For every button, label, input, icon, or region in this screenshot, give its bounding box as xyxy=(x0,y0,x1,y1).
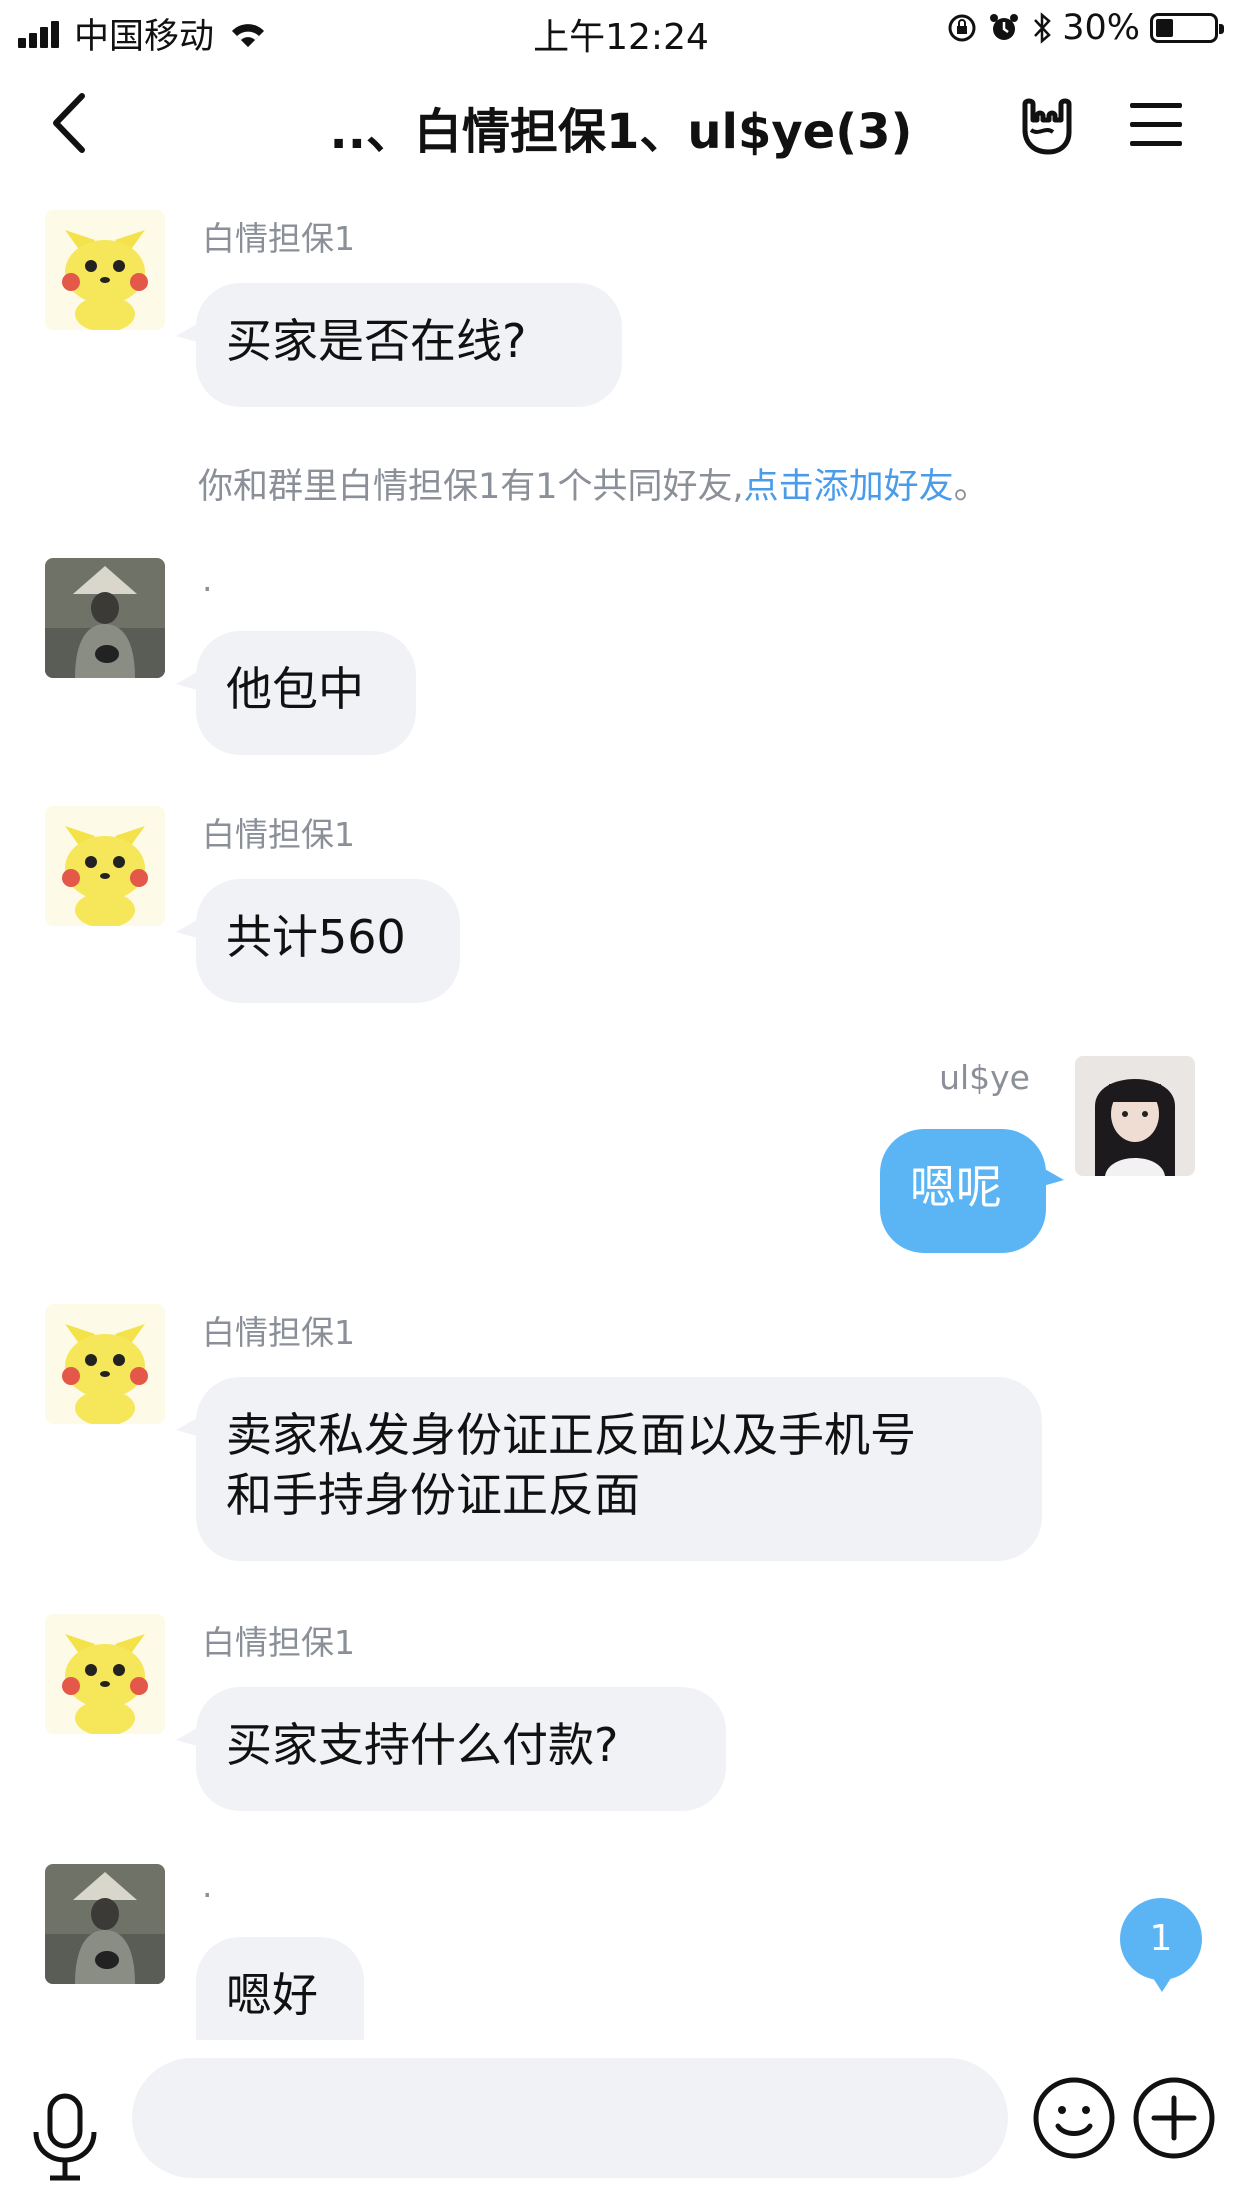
microphone-icon[interactable] xyxy=(30,2092,100,2182)
sender-name: 白情担保1 xyxy=(202,1313,355,1352)
alarm-icon xyxy=(990,14,1019,40)
rotation-lock-icon xyxy=(948,14,976,42)
chat-title[interactable]: ..、白情担保1、ul$ye(3) xyxy=(200,92,1042,162)
plus-icon[interactable] xyxy=(1132,2076,1216,2160)
rock-hand-icon[interactable] xyxy=(1015,92,1080,157)
sender-name: 白情担保1 xyxy=(202,815,355,854)
message-bubble-outgoing[interactable]: 嗯呢 xyxy=(880,1129,1046,1253)
sender-avatar-pikachu[interactable] xyxy=(45,1614,165,1734)
system-notice: 你和群里白情担保1有1个共同好友,点击添加好友。 xyxy=(198,458,989,509)
battery-percent: 30% xyxy=(1062,8,1140,48)
notice-text: 你和群里白情担保1有1个共同好友, xyxy=(198,467,744,507)
message-bubble[interactable]: 嗯好 xyxy=(196,1937,364,2040)
message-input[interactable] xyxy=(132,2058,1008,2178)
sender-avatar-hat-person[interactable] xyxy=(45,558,165,678)
sender-name: . xyxy=(202,1866,213,1905)
message-line: 和手持身份证正反面 xyxy=(226,1468,640,1522)
notice-end: 。 xyxy=(953,467,989,507)
sender-avatar-hat-person[interactable] xyxy=(45,1864,165,1984)
sender-name: 白情担保1 xyxy=(202,1623,355,1662)
message-bubble[interactable]: 买家支持什么付款? xyxy=(196,1687,726,1811)
message-bubble[interactable]: 共计560 xyxy=(196,879,460,1003)
unread-count-badge[interactable]: 1 xyxy=(1120,1898,1202,1992)
sender-name: ul$ye xyxy=(939,1058,1030,1097)
sender-avatar-pikachu[interactable] xyxy=(45,806,165,926)
message-bubble[interactable]: 卖家私发身份证正反面以及手机号 和手持身份证正反面 xyxy=(196,1377,1042,1561)
back-chevron-icon[interactable] xyxy=(42,88,102,158)
input-bar xyxy=(0,2040,1242,2208)
battery-icon xyxy=(1150,13,1224,43)
battery-fill xyxy=(1156,19,1173,37)
hamburger-menu-icon[interactable] xyxy=(1128,97,1184,153)
message-bubble[interactable]: 买家是否在线? xyxy=(196,283,622,407)
sender-name: 白情担保1 xyxy=(202,219,355,258)
my-avatar[interactable] xyxy=(1075,1056,1195,1176)
chat-header: ..、白情担保1、ul$ye(3) xyxy=(0,62,1242,192)
sender-avatar-pikachu[interactable] xyxy=(45,1304,165,1424)
status-right: 30% xyxy=(946,8,1224,48)
bluetooth-icon xyxy=(1034,12,1052,44)
sender-avatar-pikachu[interactable] xyxy=(45,210,165,330)
status-bar: 中国移动 上午12:24 30% xyxy=(0,0,1242,62)
message-line: 卖家私发身份证正反面以及手机号 xyxy=(226,1408,916,1462)
smile-icon[interactable] xyxy=(1032,2076,1116,2160)
add-friend-link[interactable]: 点击添加好友 xyxy=(744,467,954,507)
sender-name: . xyxy=(202,560,213,599)
message-bubble[interactable]: 他包中 xyxy=(196,631,416,755)
